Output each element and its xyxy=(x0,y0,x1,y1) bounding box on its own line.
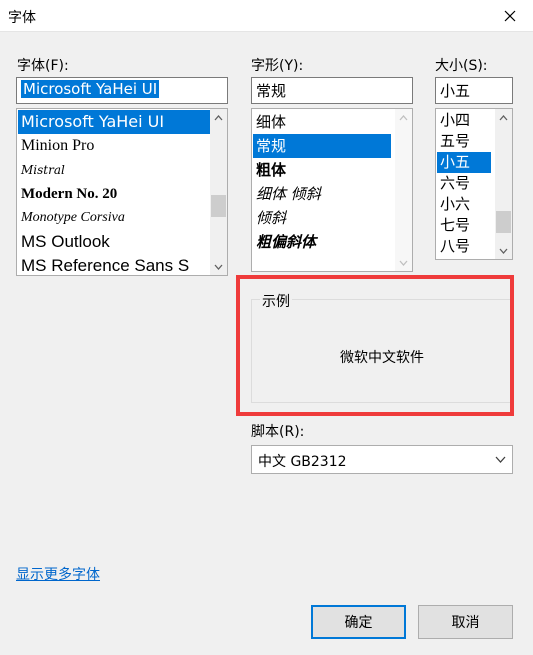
style-input[interactable]: 常规 xyxy=(251,77,413,104)
font-item-ms-outlook[interactable]: MS Outlook xyxy=(18,230,210,254)
font-listbox[interactable]: Microsoft YaHei UI Minion Pro Mistral Mo… xyxy=(16,108,228,276)
script-label: 脚本(R): xyxy=(251,424,305,440)
size-item[interactable]: 小六 xyxy=(437,194,495,215)
close-button[interactable] xyxy=(487,0,533,31)
script-select-value: 中文 GB2312 xyxy=(258,454,347,470)
title-bar: 字体 xyxy=(0,0,533,32)
size-label: 大小(S): xyxy=(435,58,488,74)
size-item[interactable]: 七号 xyxy=(437,215,495,236)
scroll-down-arrow[interactable] xyxy=(495,242,512,259)
scroll-down-arrow[interactable] xyxy=(210,258,227,275)
chevron-down-icon xyxy=(499,248,508,254)
font-item-ms-reference-sans[interactable]: MS Reference Sans S xyxy=(18,254,210,275)
size-input[interactable]: 小五 xyxy=(435,77,513,104)
size-item[interactable]: 六号 xyxy=(437,173,495,194)
chevron-down-icon xyxy=(495,456,506,463)
show-more-fonts-link[interactable]: 显示更多字体 xyxy=(16,564,100,584)
style-input-value: 常规 xyxy=(256,82,287,100)
size-input-value: 小五 xyxy=(440,82,471,100)
chevron-up-icon xyxy=(399,114,408,120)
chevron-down-icon xyxy=(399,260,408,266)
close-icon xyxy=(504,10,516,21)
chevron-up-icon xyxy=(214,114,223,120)
style-item-light[interactable]: 细体 xyxy=(253,110,393,134)
chevron-down-icon xyxy=(214,264,223,270)
font-item-mistral[interactable]: Mistral xyxy=(18,158,210,182)
font-item-microsoft-yahei-ui[interactable]: Microsoft YaHei UI xyxy=(18,110,210,134)
scroll-up-arrow[interactable] xyxy=(395,109,412,126)
script-select[interactable]: 中文 GB2312 xyxy=(251,445,513,474)
size-item[interactable]: 五号 xyxy=(437,131,495,152)
font-item-modern-no-20[interactable]: Modern No. 20 xyxy=(18,182,210,206)
style-item-light-italic[interactable]: 细体 倾斜 xyxy=(253,182,393,206)
style-scrollbar[interactable] xyxy=(395,109,412,271)
style-item-regular[interactable]: 常规 xyxy=(253,134,391,158)
ok-button[interactable]: 确定 xyxy=(311,605,406,639)
style-item-bold-italic[interactable]: 粗偏斜体 xyxy=(253,230,393,254)
size-item-selected[interactable]: 小五 xyxy=(437,152,491,173)
font-scrollbar[interactable] xyxy=(210,109,227,275)
style-item-italic[interactable]: 倾斜 xyxy=(253,206,393,230)
size-item[interactable]: 小四 xyxy=(437,110,495,131)
style-label: 字形(Y): xyxy=(251,58,304,74)
font-label: 字体(F): xyxy=(17,58,69,74)
font-input-value: Microsoft YaHei UI xyxy=(21,80,160,98)
scroll-thumb[interactable] xyxy=(211,195,226,217)
window-title: 字体 xyxy=(8,10,36,26)
scroll-up-arrow[interactable] xyxy=(495,109,512,126)
style-listbox[interactable]: 细体 常规 粗体 细体 倾斜 倾斜 粗偏斜体 xyxy=(251,108,413,272)
cancel-button-label: 取消 xyxy=(451,615,480,631)
size-scrollbar[interactable] xyxy=(495,109,512,259)
ok-button-label: 确定 xyxy=(344,615,373,631)
size-item[interactable]: 八号 xyxy=(437,236,495,257)
size-listbox[interactable]: 小四 五号 小五 六号 小六 七号 八号 xyxy=(435,108,513,260)
font-item-monotype-corsiva[interactable]: Monotype Corsiva xyxy=(18,206,210,230)
font-input[interactable]: Microsoft YaHei UI xyxy=(16,77,228,104)
font-item-minion-pro[interactable]: Minion Pro xyxy=(18,134,210,158)
highlight-frame xyxy=(236,275,514,416)
chevron-up-icon xyxy=(499,114,508,120)
scroll-up-arrow[interactable] xyxy=(210,109,227,126)
cancel-button[interactable]: 取消 xyxy=(418,605,513,639)
scroll-down-arrow[interactable] xyxy=(395,254,412,271)
scroll-thumb[interactable] xyxy=(496,211,511,233)
style-item-bold[interactable]: 粗体 xyxy=(253,158,393,182)
